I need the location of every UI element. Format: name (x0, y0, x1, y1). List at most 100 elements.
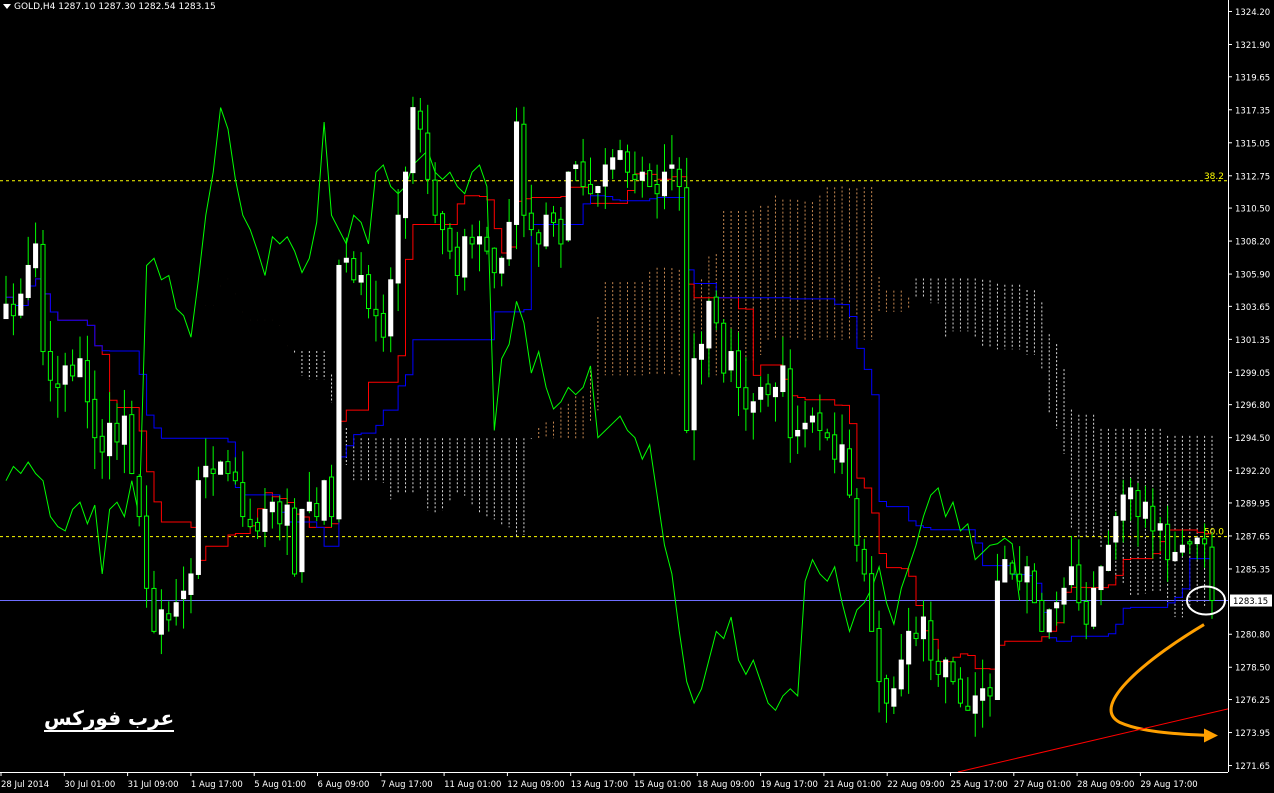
candle-body (55, 383, 61, 388)
candle-body (721, 322, 727, 374)
candle-body (491, 247, 497, 274)
axes: 1324.20 1321.90 1319.65 1317.35 1315.05 1312.… (0, 0, 1272, 790)
candle-body (661, 171, 668, 197)
candle-body (928, 620, 934, 661)
candle-body (92, 398, 98, 439)
candle-body (1039, 599, 1045, 632)
candle-body (691, 358, 697, 431)
candle-body (107, 422, 113, 457)
candle-body (18, 293, 24, 316)
candle-body (980, 688, 986, 701)
candle-body (432, 179, 438, 216)
candle-body (743, 387, 749, 410)
candle-body (3, 303, 9, 320)
candle-body (676, 168, 682, 188)
candle-body (1017, 573, 1023, 582)
candle-body (595, 186, 601, 194)
candle-body (861, 548, 867, 575)
candle-body (47, 351, 53, 381)
candle-body (121, 415, 127, 445)
fib-level-label: 50.0 (1204, 528, 1224, 538)
candle-body (1098, 566, 1104, 591)
y-tick-label: 1321.90 (1235, 41, 1270, 51)
current-price-label: 1283.15 (1233, 597, 1268, 607)
y-tick-label: 1271.65 (1235, 762, 1270, 772)
candle-body (728, 351, 734, 371)
candle-body (225, 461, 231, 475)
candle-body (336, 264, 342, 520)
candle-body (965, 705, 971, 711)
candle-body (587, 183, 594, 195)
price-chart[interactable]: 38.2 50.0 1324.20 1321.90 1319.65 1317.35 131… (0, 0, 1274, 793)
candle-body (1068, 566, 1074, 586)
candle-body (802, 422, 808, 430)
candle-body (292, 507, 298, 575)
y-tick-label: 1289.95 (1235, 499, 1270, 509)
candle-body (1142, 501, 1148, 519)
candle-body (366, 274, 372, 310)
candle-body (1024, 566, 1030, 583)
candle-body (462, 236, 468, 278)
candle-body (425, 132, 431, 180)
candle-body (854, 498, 860, 546)
y-tick-label: 1312.75 (1235, 172, 1270, 182)
candle-body (439, 213, 446, 231)
candle-body (758, 386, 764, 400)
x-tick-label: 19 Aug 17:00 (761, 780, 818, 790)
candle-body (536, 232, 542, 245)
candle-body (580, 161, 586, 188)
candle-body (809, 415, 816, 423)
candle-body (70, 364, 76, 377)
candle-body (558, 218, 564, 245)
candle-body (1209, 546, 1215, 602)
candle-body (151, 587, 157, 632)
candle-body (1187, 541, 1193, 545)
candle-body (410, 107, 416, 174)
y-tick-label: 1285.35 (1235, 565, 1270, 575)
x-tick-label: 18 Aug 09:00 (697, 780, 754, 790)
candle-body (484, 236, 490, 252)
y-tick-label: 1273.95 (1235, 729, 1270, 739)
chevron-down-icon[interactable] (3, 4, 11, 9)
candle-body (240, 482, 246, 518)
candle-body (476, 236, 483, 245)
candle-body (832, 434, 838, 460)
candle-body (306, 501, 312, 512)
candle-body (1083, 600, 1089, 625)
candle-body (1031, 570, 1037, 604)
candle-body (787, 368, 793, 439)
watermark-logo: عرب فوركس (44, 706, 175, 732)
x-tick-label: 11 Aug 01:00 (444, 780, 501, 790)
ichimoku-lines (5, 107, 1213, 712)
candle-body (329, 476, 335, 518)
candle-body (284, 504, 290, 526)
y-tick-label: 1324.20 (1235, 8, 1270, 18)
candle-body (402, 171, 409, 219)
candle-body (935, 660, 941, 675)
support-trendline (957, 708, 1229, 773)
candle-body (906, 630, 912, 665)
candle-body (1046, 609, 1052, 633)
candle-body (255, 521, 261, 532)
tenkan-sen-line (6, 173, 1213, 670)
candle-body (943, 659, 949, 678)
candle-body (469, 236, 475, 245)
candle-body (772, 386, 779, 398)
candle-body (195, 480, 201, 575)
candle-body (277, 501, 283, 525)
candle-body (144, 515, 150, 589)
candle-body (876, 628, 882, 683)
candle-body (846, 448, 852, 496)
y-tick-label: 1310.50 (1235, 205, 1270, 215)
candle-body (1120, 494, 1126, 521)
x-tick-label: 12 Aug 09:00 (507, 780, 564, 790)
candle-body (513, 121, 520, 225)
candle-body (1179, 544, 1185, 553)
y-tick-label: 1278.50 (1235, 664, 1270, 674)
candle-body (647, 170, 653, 188)
candle-body (351, 258, 357, 281)
candle-body (632, 174, 638, 180)
candle-body (994, 580, 1000, 701)
candle-body (1150, 505, 1156, 532)
candle-body (839, 444, 845, 463)
